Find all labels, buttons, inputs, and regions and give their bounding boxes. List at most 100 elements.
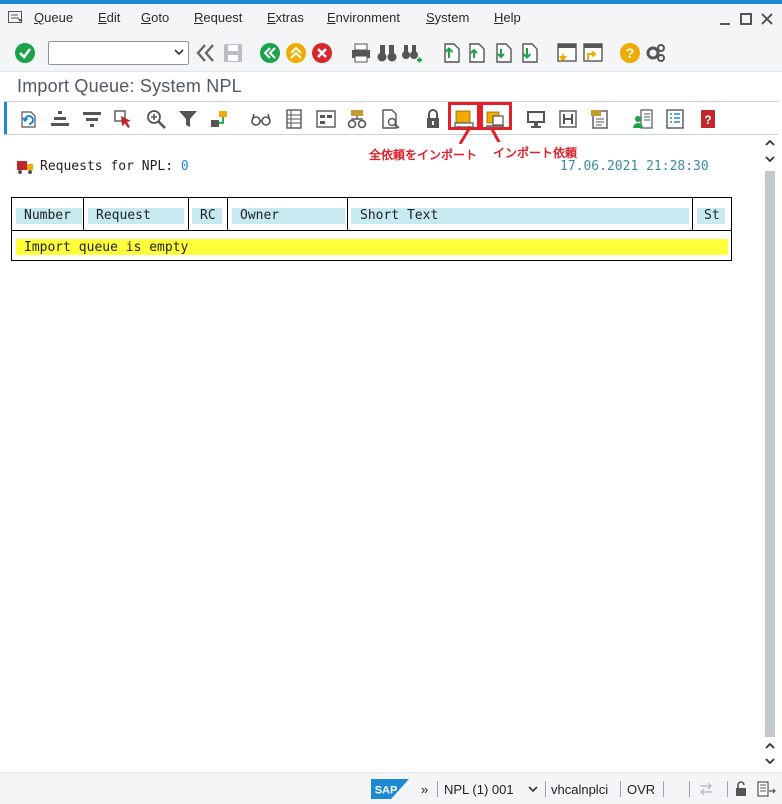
help-icon[interactable]: ?	[619, 42, 641, 64]
scroll-up-bottom-icon[interactable]	[764, 740, 776, 752]
scroll-down-bottom-icon[interactable]	[764, 755, 776, 767]
filter-icon[interactable]	[177, 108, 199, 130]
minimize-icon[interactable]	[719, 13, 731, 25]
menu-icon[interactable]	[8, 11, 24, 24]
requests-count: 0	[180, 159, 189, 174]
column-separator	[188, 198, 189, 230]
sap-logo: SAP	[371, 779, 409, 799]
menu-queue[interactable]: Queue	[34, 10, 73, 25]
zoom-icon[interactable]	[145, 108, 167, 130]
sort-ascending-icon[interactable]	[49, 108, 71, 130]
enter-icon[interactable]	[14, 42, 36, 64]
monitor-icon[interactable]	[525, 108, 547, 130]
requests-label: Requests for NPL: 0	[40, 159, 189, 174]
svg-text:?: ?	[704, 113, 711, 127]
unlock-icon[interactable]	[734, 781, 748, 797]
menu-edit[interactable]: Edit	[98, 10, 120, 25]
user-list-icon[interactable]	[632, 108, 654, 130]
truck-icon	[17, 161, 33, 174]
find-next-icon[interactable]	[400, 42, 422, 64]
lock-icon[interactable]	[422, 108, 444, 130]
find-icon[interactable]	[376, 42, 398, 64]
transfer-icon[interactable]	[698, 782, 714, 796]
menu-extras[interactable]: Extras	[267, 10, 304, 25]
menu-goto[interactable]: Goto	[141, 10, 169, 25]
svg-text:SAP: SAP	[375, 785, 398, 797]
status-separator	[727, 781, 728, 797]
status-server: vhcalnplci	[551, 782, 609, 797]
chevron-down-icon[interactable]	[528, 784, 538, 794]
menu-request[interactable]: Request	[194, 10, 242, 25]
column-header-short-text[interactable]: Short Text	[360, 208, 438, 223]
log-icon[interactable]	[589, 108, 611, 130]
status-separator	[437, 781, 438, 797]
scroll-down-icon[interactable]	[764, 153, 776, 165]
header-row-separator	[12, 230, 731, 231]
status-mode[interactable]: OVR	[627, 782, 655, 797]
scroll-up-icon[interactable]	[764, 137, 776, 149]
import-queue-table: Number Request RC Owner Short Text St Im…	[11, 197, 732, 261]
system-toolbar: ?	[0, 31, 782, 72]
menu-environment[interactable]: Environment	[327, 10, 400, 25]
scrollbar-thumb[interactable]	[765, 171, 775, 737]
first-page-icon[interactable]	[440, 42, 462, 64]
menu-system[interactable]: System	[426, 10, 469, 25]
status-system[interactable]: NPL (1) 001	[444, 782, 514, 797]
layout-icon[interactable]	[315, 108, 337, 130]
cancel-icon[interactable]	[311, 42, 333, 64]
timestamp: 17.06.2021 21:28:30	[560, 159, 709, 174]
generate-shortcut-icon[interactable]	[582, 42, 604, 64]
maximize-icon[interactable]	[740, 13, 752, 25]
filter-list-icon[interactable]	[81, 108, 103, 130]
column-header-st[interactable]: St	[704, 208, 720, 223]
status-separator	[620, 781, 621, 797]
column-separator	[83, 198, 84, 230]
help-book-icon[interactable]: ?	[697, 108, 719, 130]
page-title: Import Queue: System NPL	[17, 76, 242, 96]
application-toolbar: ?	[4, 101, 778, 135]
create-session-icon[interactable]	[556, 42, 578, 64]
collapse-double-left-icon[interactable]	[195, 42, 217, 64]
column-header-request[interactable]: Request	[96, 208, 151, 223]
column-separator	[692, 198, 693, 230]
refresh-icon[interactable]	[18, 108, 40, 130]
last-page-icon[interactable]	[518, 42, 540, 64]
callout-import-all: 全依頼をインポート	[366, 144, 481, 165]
status-separator	[545, 781, 546, 797]
highlight-import-all	[448, 102, 480, 130]
column-header-owner[interactable]: Owner	[240, 208, 279, 223]
glasses-icon[interactable]	[250, 108, 272, 130]
vertical-scrollbar[interactable]	[761, 137, 778, 770]
list-icon[interactable]	[664, 108, 686, 130]
svg-text:?: ?	[626, 45, 635, 61]
hierarchy-icon[interactable]	[347, 108, 369, 130]
status-expand-chevron[interactable]: »	[421, 782, 428, 797]
chevron-down-icon	[174, 49, 184, 56]
transport-icon[interactable]	[209, 108, 231, 130]
column-header-number[interactable]: Number	[24, 208, 71, 223]
close-icon[interactable]	[761, 13, 773, 25]
history-icon[interactable]	[557, 108, 579, 130]
next-page-icon[interactable]	[492, 42, 514, 64]
back-icon[interactable]	[259, 42, 281, 64]
save-icon[interactable]	[222, 42, 244, 64]
column-header-rc[interactable]: RC	[200, 208, 216, 223]
requests-label-text: Requests for NPL:	[40, 159, 174, 174]
command-field-select[interactable]	[49, 42, 188, 64]
highlight-import-request	[480, 102, 512, 130]
column-separator	[347, 198, 348, 230]
status-separator	[689, 781, 690, 797]
select-cursor-icon[interactable]	[113, 108, 135, 130]
settings-gear-icon[interactable]	[645, 42, 667, 64]
print-icon[interactable]	[350, 42, 372, 64]
security-list-icon[interactable]	[757, 781, 777, 797]
menu-bar: Queue Edit Goto Request Extras Environme…	[0, 4, 782, 31]
document-search-icon[interactable]	[380, 108, 402, 130]
empty-queue-message: Import queue is empty	[24, 240, 189, 255]
exit-icon[interactable]	[285, 42, 307, 64]
previous-page-icon[interactable]	[465, 42, 487, 64]
menu-help[interactable]: Help	[494, 10, 521, 25]
document-columns-icon[interactable]	[283, 108, 305, 130]
status-bar: SAP » NPL (1) 001 vhcalnplci OVR	[0, 772, 782, 804]
command-field[interactable]	[48, 41, 189, 65]
